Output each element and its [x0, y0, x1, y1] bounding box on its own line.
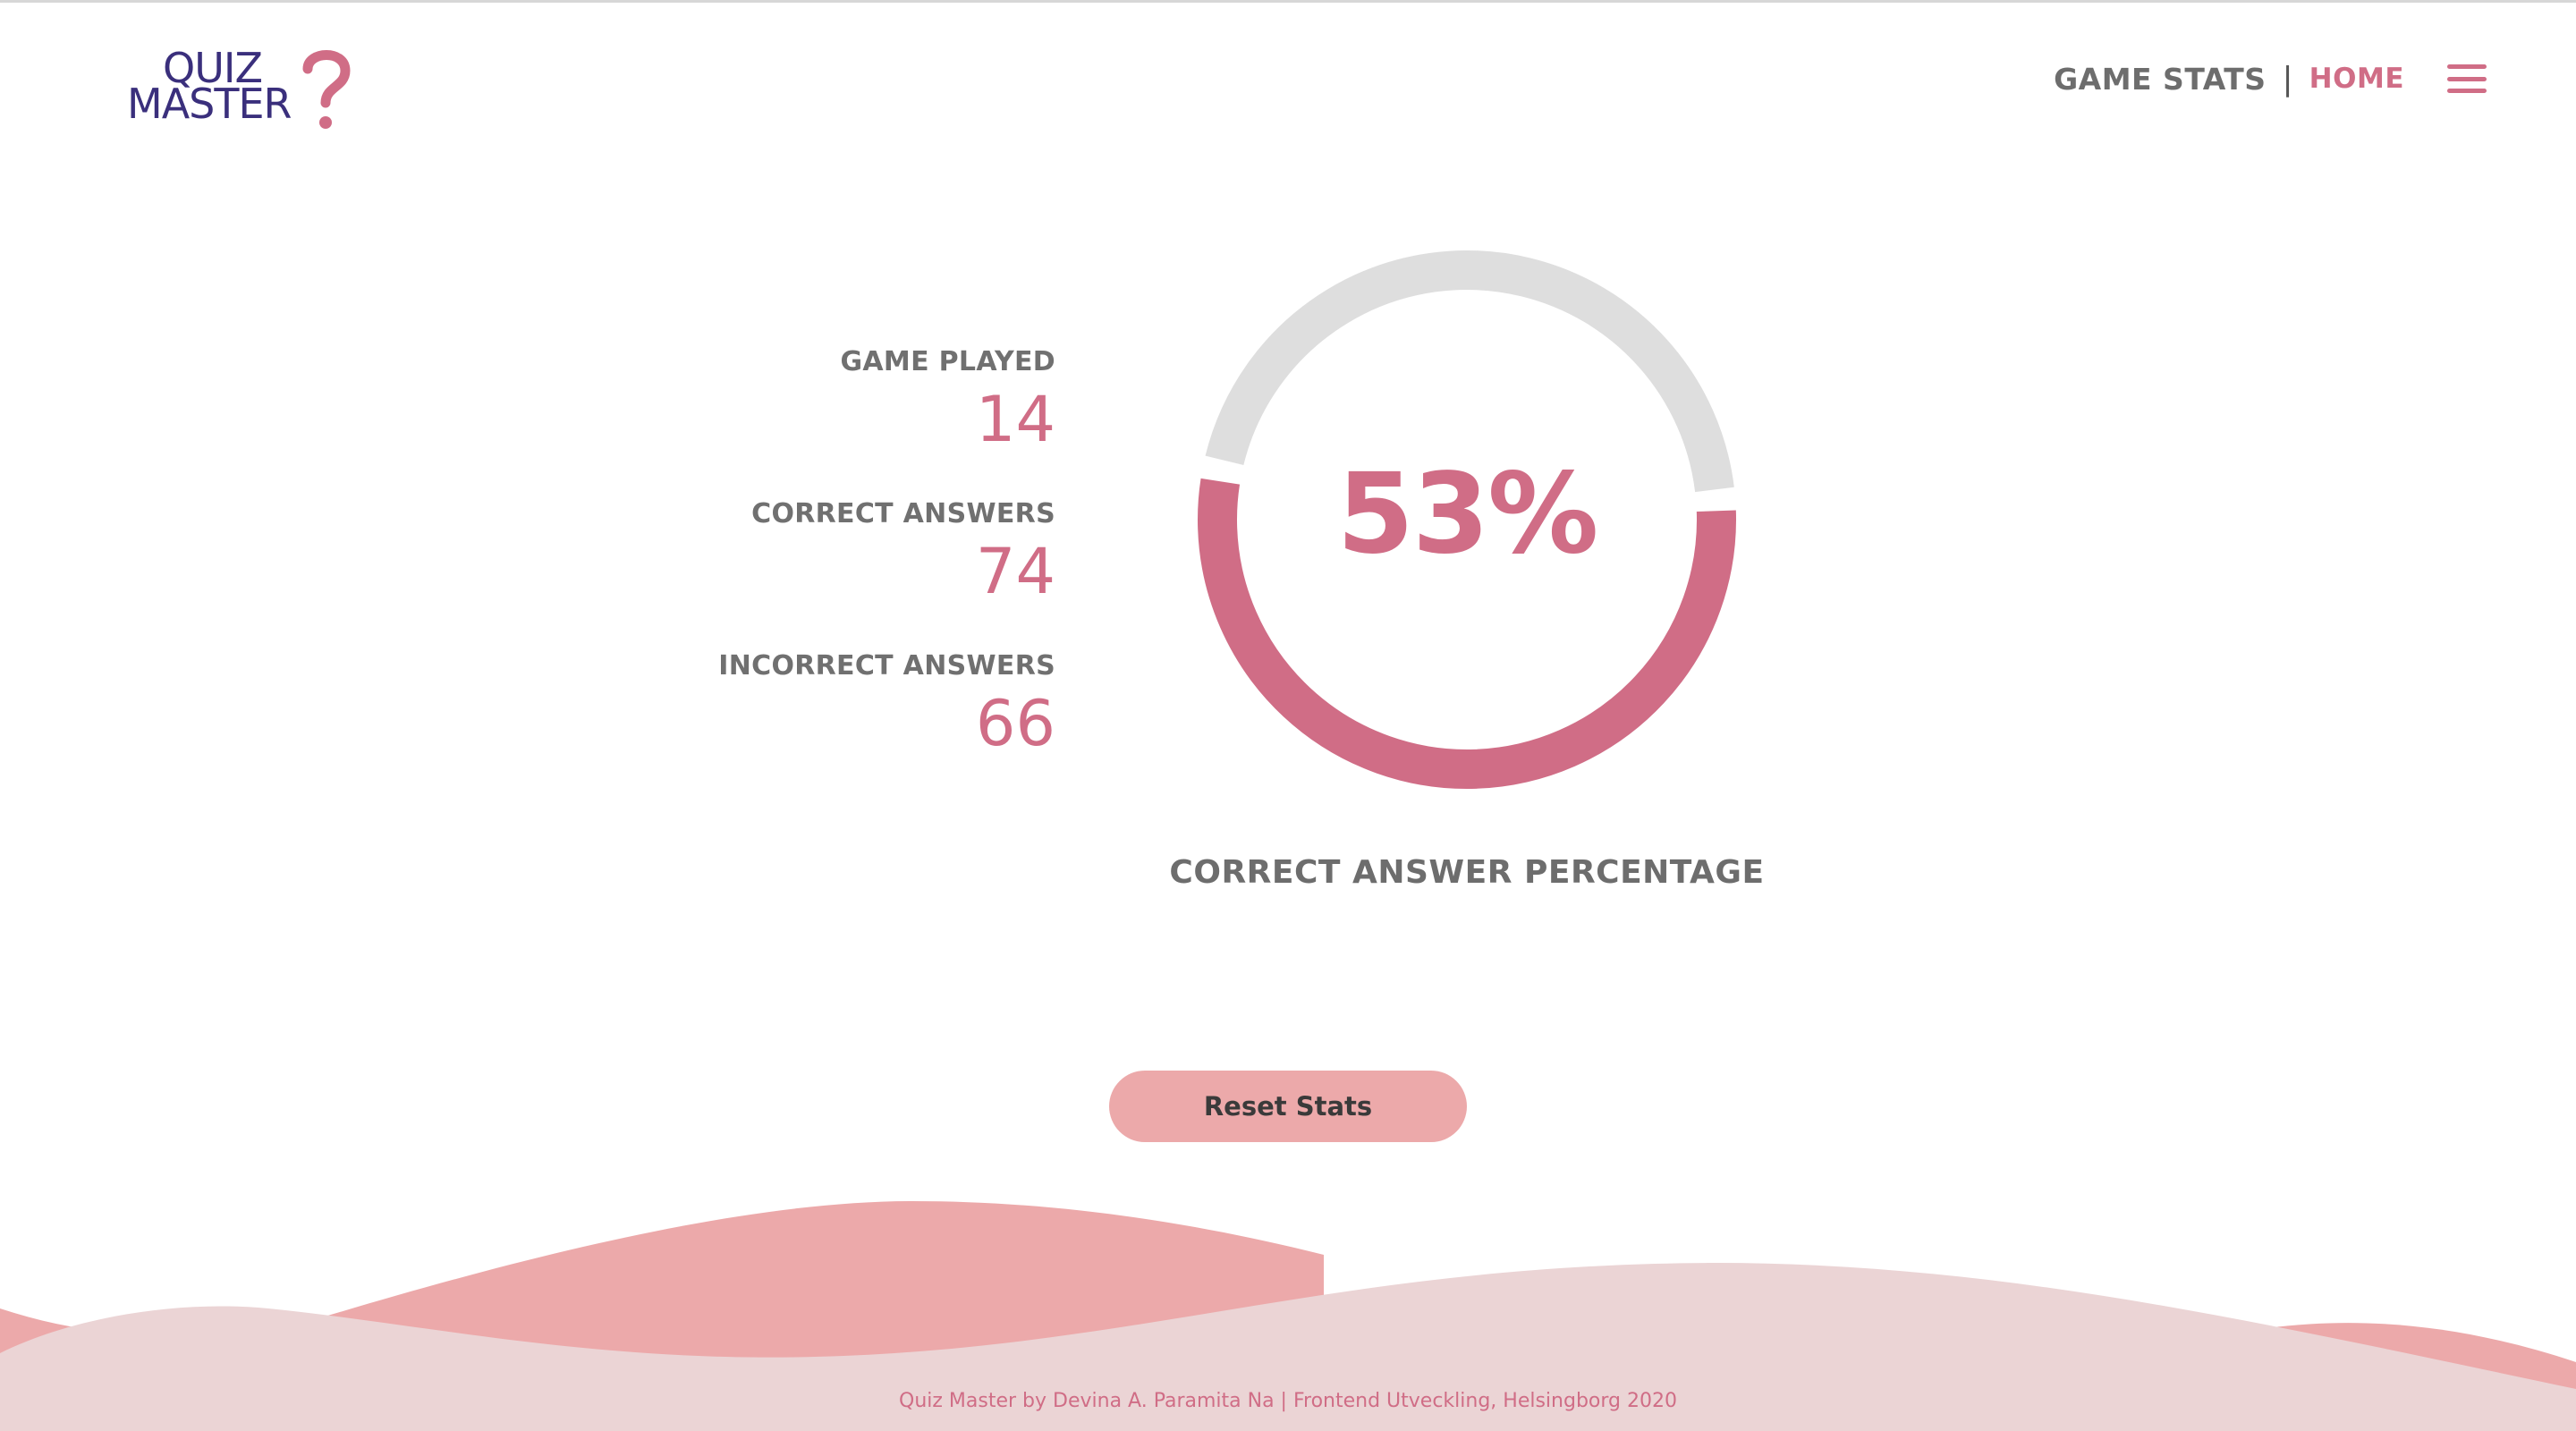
- stat-incorrect-answers: INCORRECT ANSWERS 66: [718, 645, 1055, 759]
- game-stats-page: QUIZ MASTER GAME STATS | HOME GAME PLAYE…: [0, 0, 2576, 1431]
- hamburger-menu-icon[interactable]: [2447, 64, 2487, 93]
- top-nav: GAME STATS | HOME: [2054, 56, 2487, 101]
- stat-label: GAME PLAYED: [840, 346, 1055, 377]
- hamburger-bar: [2447, 89, 2487, 93]
- hamburger-bar: [2447, 64, 2487, 69]
- nav-separator: |: [2282, 60, 2293, 97]
- stat-label: CORRECT ANSWERS: [751, 498, 1055, 529]
- percentage-caption: CORRECT ANSWER PERCENTAGE: [1169, 854, 1765, 891]
- hamburger-bar: [2447, 76, 2487, 81]
- stat-value: 66: [975, 687, 1055, 760]
- logo-word-master: MASTER: [127, 80, 292, 128]
- quiz-master-logo[interactable]: QUIZ MASTER: [123, 37, 356, 130]
- question-mark-icon: [302, 50, 351, 129]
- stat-value: 14: [975, 383, 1055, 456]
- reset-stats-button[interactable]: Reset Stats: [1109, 1071, 1467, 1142]
- stat-label: INCORRECT ANSWERS: [718, 650, 1055, 682]
- percentage-value: 53%: [1336, 450, 1599, 579]
- stats-list: GAME PLAYED 14 CORRECT ANSWERS 74 INCORR…: [718, 341, 1055, 797]
- nav-game-stats-link[interactable]: GAME STATS: [2054, 62, 2266, 97]
- stat-correct-answers: CORRECT ANSWERS 74: [718, 493, 1055, 607]
- footer-credit: Quiz Master by Devina A. Paramita Na | F…: [899, 1390, 1677, 1412]
- stat-games-played: GAME PLAYED 14: [718, 341, 1055, 455]
- stat-value: 74: [975, 535, 1055, 608]
- nav-home-link[interactable]: HOME: [2309, 63, 2404, 95]
